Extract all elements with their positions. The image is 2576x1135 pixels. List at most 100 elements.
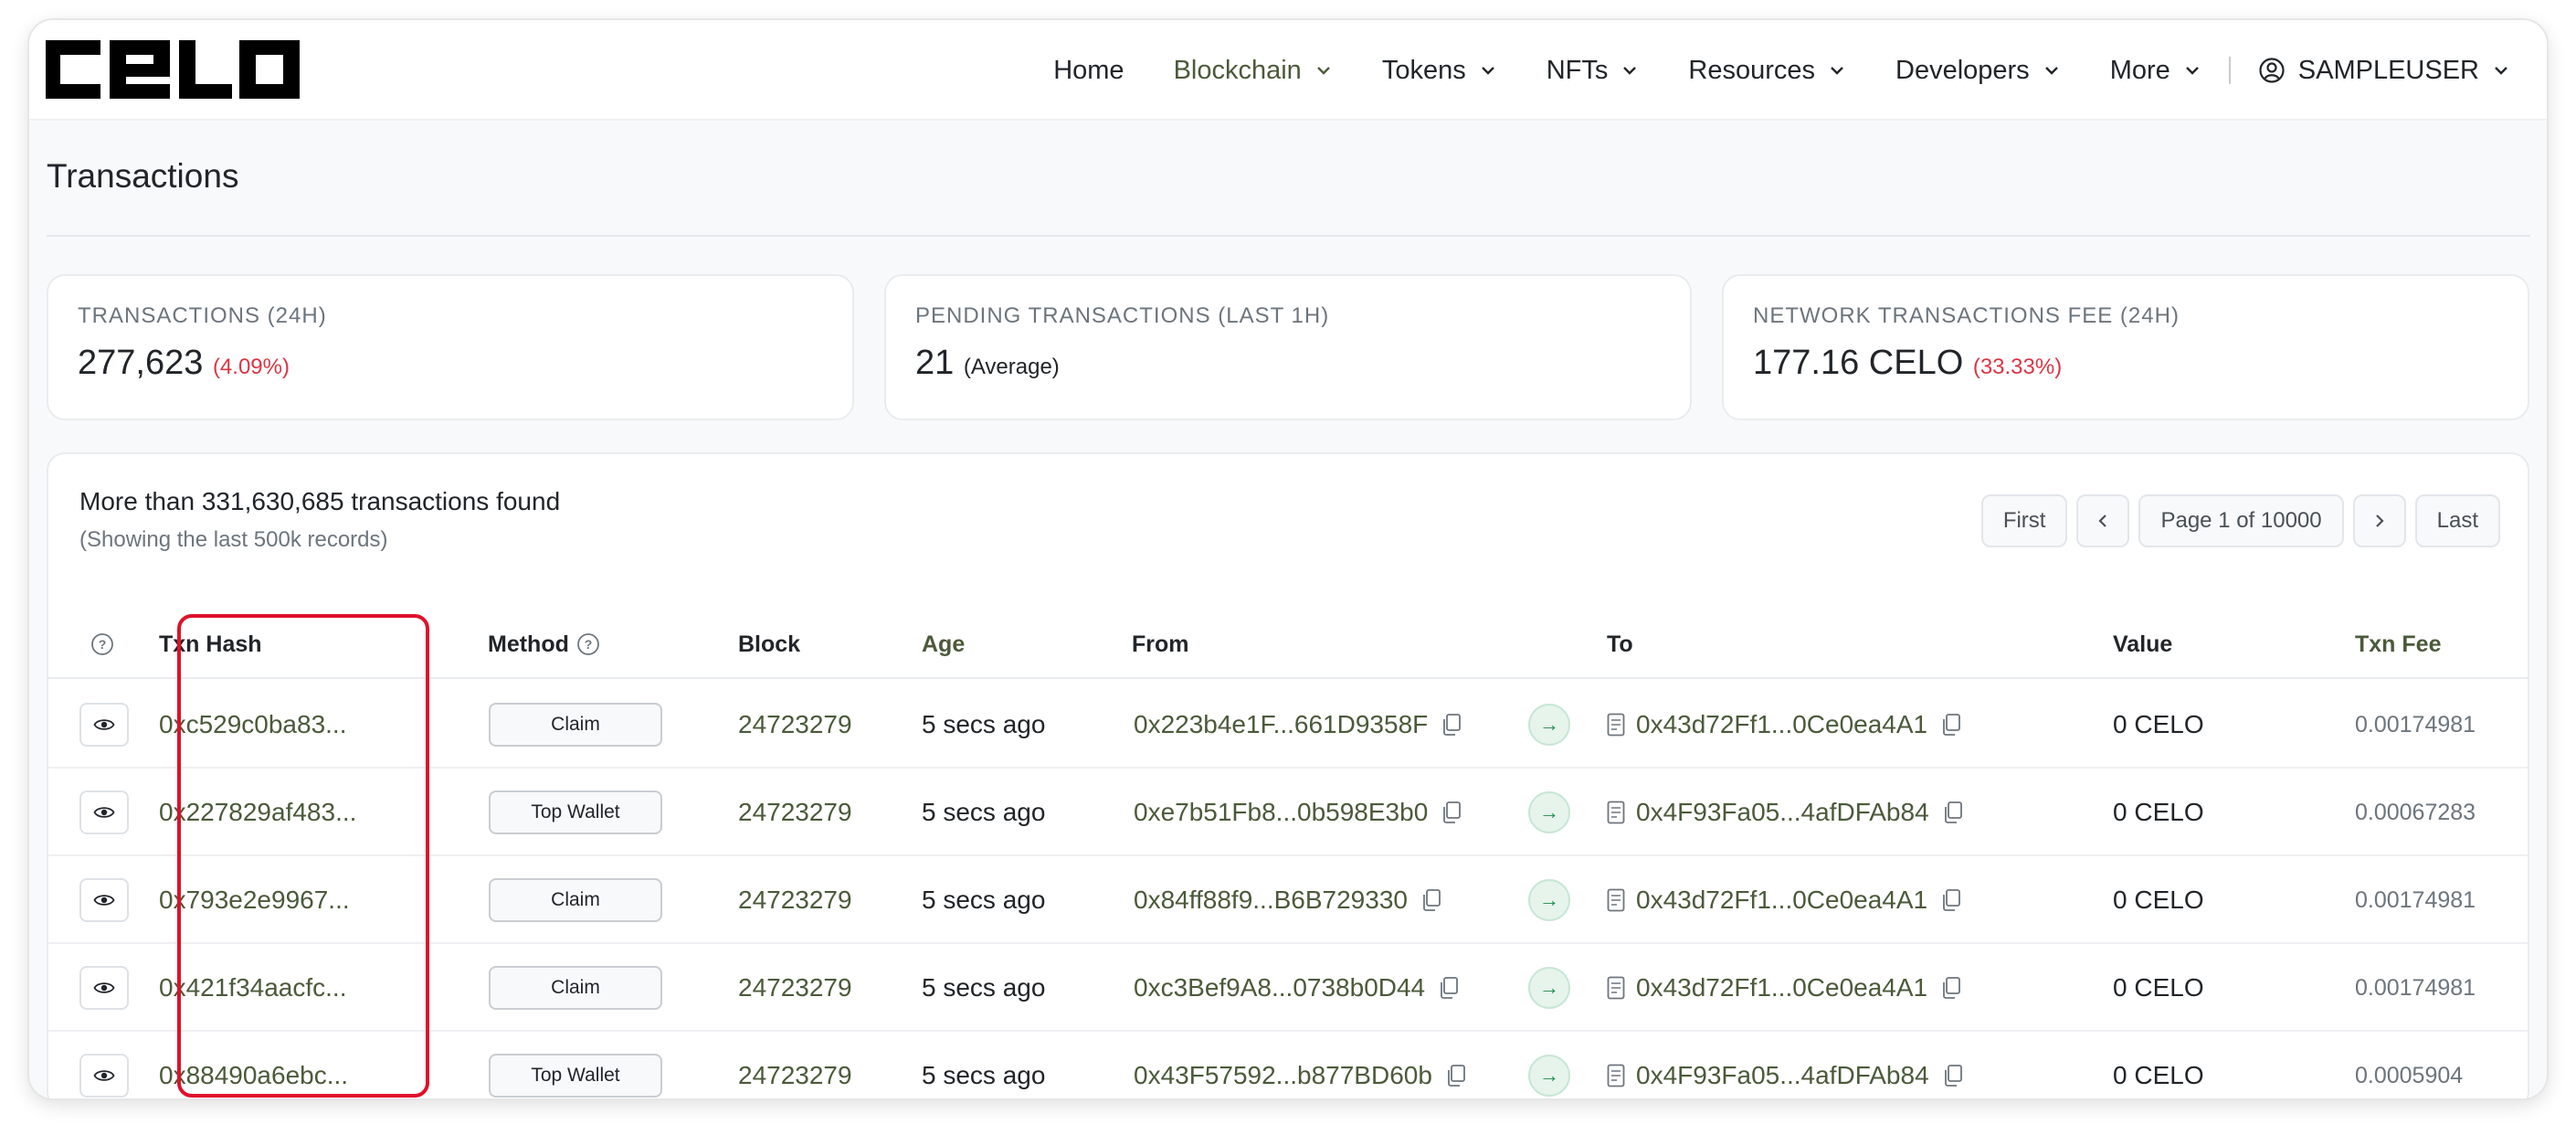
nav-developers-label: Developers <box>1895 55 2030 85</box>
nav-blockchain[interactable]: Blockchain <box>1174 56 1333 86</box>
method-badge: Claim <box>489 703 662 747</box>
quick-view-button[interactable] <box>79 966 129 1010</box>
copy-icon[interactable] <box>1420 888 1442 912</box>
copy-icon[interactable] <box>1441 801 1462 824</box>
header-age[interactable]: Age <box>922 610 965 679</box>
chevron-down-icon <box>1481 67 1494 75</box>
copy-icon[interactable] <box>1940 713 1962 737</box>
txn-fee-text: 0.0005904 <box>2355 1062 2464 1088</box>
stat-number: 177.16 CELO <box>1753 344 1964 382</box>
chevron-down-icon <box>1623 67 1637 75</box>
stat-card-pending: PENDING TRANSACTIONS (LAST 1H) 21 (Avera… <box>884 274 1692 420</box>
table-row: 0x88490a6ebc... Top Wallet 24723279 5 secs … <box>48 1032 2528 1098</box>
records-note: (Showing the last 500k records) <box>79 527 388 552</box>
transactions-found: More than 331,630,685 transactions found <box>79 487 561 515</box>
from-address-link[interactable]: 0xc3Bef9A8...0738b0D44 <box>1134 973 1425 1002</box>
block-link[interactable]: 24723279 <box>738 769 852 856</box>
table-row: 0x227829af483... Top Wallet 24723279 5 secs… <box>48 769 2528 856</box>
first-page-button[interactable]: First <box>1980 494 2068 547</box>
quick-view-button[interactable] <box>79 1054 129 1098</box>
table-row: 0x421f34aacfc... Claim 24723279 5 secs ago 0… <box>48 944 2528 1032</box>
table-row: 0x793e2e9967... Claim 24723279 5 secs ago 0x… <box>48 856 2528 944</box>
value-text: 0 CELO <box>2113 886 2204 914</box>
txn-hash-link[interactable]: 0xc529c0ba83... <box>159 681 347 769</box>
nav-home[interactable]: Home <box>1053 56 1124 86</box>
block-link[interactable]: 24723279 <box>738 681 852 769</box>
user-menu[interactable]: SAMPLEUSER <box>2258 56 2510 86</box>
copy-icon[interactable] <box>1438 976 1460 1000</box>
quick-view-button[interactable] <box>79 703 129 747</box>
nav-more-label: More <box>2109 55 2170 85</box>
header-txn-fee[interactable]: Txn Fee <box>2355 610 2441 679</box>
nav-divider <box>2228 57 2231 84</box>
pagination: First Page 1 of 10000 Last <box>1980 494 2500 547</box>
copy-icon[interactable] <box>1940 888 1962 912</box>
question-circle-icon[interactable]: ? <box>576 632 600 656</box>
nav-tokens[interactable]: Tokens <box>1382 56 1497 86</box>
header-method: Method ? <box>488 610 600 679</box>
question-circle-icon: ? <box>91 633 113 655</box>
stat-label: TRANSACTIONS (24H) <box>78 303 327 328</box>
txn-hash-link[interactable]: 0x88490a6ebc... <box>159 1032 348 1098</box>
copy-icon[interactable] <box>1942 1064 1964 1087</box>
last-page-button[interactable]: Last <box>2414 494 2500 547</box>
from-address-link[interactable]: 0x84ff88f9...B6B729330 <box>1134 886 1408 915</box>
stat-label: NETWORK TRANSACTIONS FEE (24H) <box>1753 303 2180 328</box>
age-text: 5 secs ago <box>922 710 1046 738</box>
eye-icon <box>93 719 115 730</box>
contract-document-icon <box>1607 888 1625 912</box>
copy-icon[interactable] <box>1441 713 1462 737</box>
value-text: 0 CELO <box>2113 973 2204 1002</box>
celo-logo[interactable] <box>46 40 300 99</box>
stat-note: (Average) <box>963 355 1060 379</box>
next-page-button[interactable] <box>2352 494 2406 547</box>
nav-developers[interactable]: Developers <box>1895 56 2061 86</box>
to-address-link[interactable]: 0x4F93Fa05...4afDFAb84 <box>1636 798 1929 827</box>
from-address-link[interactable]: 0xe7b51Fb8...0b598E3b0 <box>1134 798 1428 827</box>
nav-nfts[interactable]: NFTs <box>1547 56 1640 86</box>
from-address-link[interactable]: 0x223b4e1F...661D9358F <box>1134 710 1428 739</box>
stat-card-network-fee: NETWORK TRANSACTIONS FEE (24H) 177.16 CE… <box>1722 274 2529 420</box>
to-address-link[interactable]: 0x43d72Ff1...0Ce0ea4A1 <box>1636 886 1927 915</box>
block-link[interactable]: 24723279 <box>738 856 852 944</box>
chevron-down-icon <box>2185 67 2199 75</box>
stat-number: 277,623 <box>78 344 204 382</box>
to-address-link[interactable]: 0x4F93Fa05...4afDFAb84 <box>1636 1061 1929 1090</box>
eye-icon <box>93 895 115 906</box>
chevron-down-icon <box>2495 67 2507 75</box>
copy-icon[interactable] <box>1940 976 1962 1000</box>
contract-document-icon <box>1607 801 1625 824</box>
nav-more[interactable]: More <box>2110 56 2201 86</box>
nav-resources[interactable]: Resources <box>1688 56 1846 86</box>
txn-hash-link[interactable]: 0x421f34aacfc... <box>159 944 346 1032</box>
info-header-cell[interactable]: ? <box>90 610 114 679</box>
arrow-right-icon: → <box>1528 879 1570 921</box>
user-name: SAMPLEUSER <box>2297 55 2479 85</box>
arrow-right-icon: → <box>1528 704 1570 746</box>
chevron-right-icon <box>2375 514 2384 527</box>
txn-hash-link[interactable]: 0x227829af483... <box>159 769 356 856</box>
txn-fee-text: 0.00174981 <box>2355 886 2476 913</box>
quick-view-button[interactable] <box>79 878 129 922</box>
block-link[interactable]: 24723279 <box>738 1032 852 1098</box>
to-address-link[interactable]: 0x43d72Ff1...0Ce0ea4A1 <box>1636 710 1927 739</box>
age-text: 5 secs ago <box>922 798 1046 826</box>
txn-hash-link[interactable]: 0x793e2e9967... <box>159 856 350 944</box>
contract-document-icon <box>1607 1064 1625 1087</box>
nav-tokens-label: Tokens <box>1381 55 1466 85</box>
block-link[interactable]: 24723279 <box>738 944 852 1032</box>
browser-window: Home Blockchain Tokens NFTs Resources De… <box>29 20 2547 1098</box>
eye-icon <box>93 807 115 818</box>
contract-document-icon <box>1607 713 1625 737</box>
copy-icon[interactable] <box>1942 801 1964 824</box>
copy-icon[interactable] <box>1445 1064 1467 1087</box>
method-badge: Claim <box>489 878 662 922</box>
divider <box>47 235 2530 237</box>
quick-view-button[interactable] <box>79 790 129 834</box>
page-title: Transactions <box>47 157 239 195</box>
to-address-link[interactable]: 0x43d72Ff1...0Ce0ea4A1 <box>1636 973 1927 1002</box>
prev-page-button[interactable] <box>2076 494 2130 547</box>
value-text: 0 CELO <box>2113 710 2204 738</box>
from-address-link[interactable]: 0x43F57592...b877BD60b <box>1134 1061 1432 1090</box>
table-row: 0xc529c0ba83... Claim 24723279 5 secs ago 0x… <box>48 681 2528 769</box>
